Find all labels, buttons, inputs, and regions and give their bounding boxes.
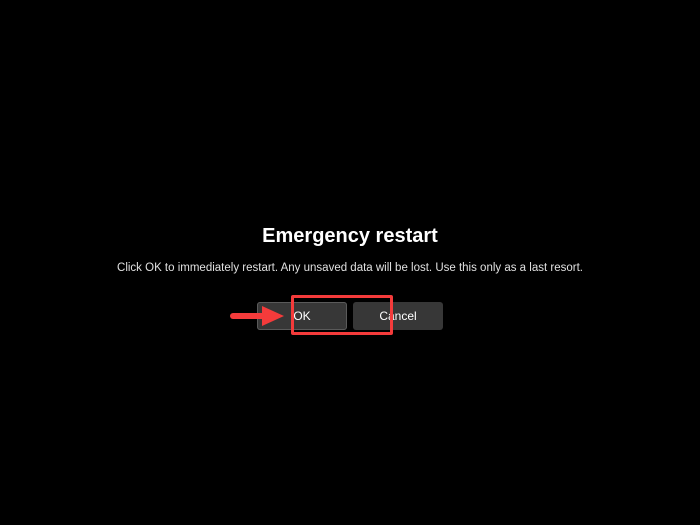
emergency-restart-dialog: Emergency restart Click OK to immediatel…: [0, 225, 700, 330]
dialog-title: Emergency restart: [0, 225, 700, 248]
ok-button[interactable]: OK: [257, 302, 347, 330]
cancel-button[interactable]: Cancel: [353, 302, 443, 330]
dialog-message: Click OK to immediately restart. Any uns…: [0, 262, 700, 274]
dialog-button-row: OK Cancel: [0, 302, 700, 330]
